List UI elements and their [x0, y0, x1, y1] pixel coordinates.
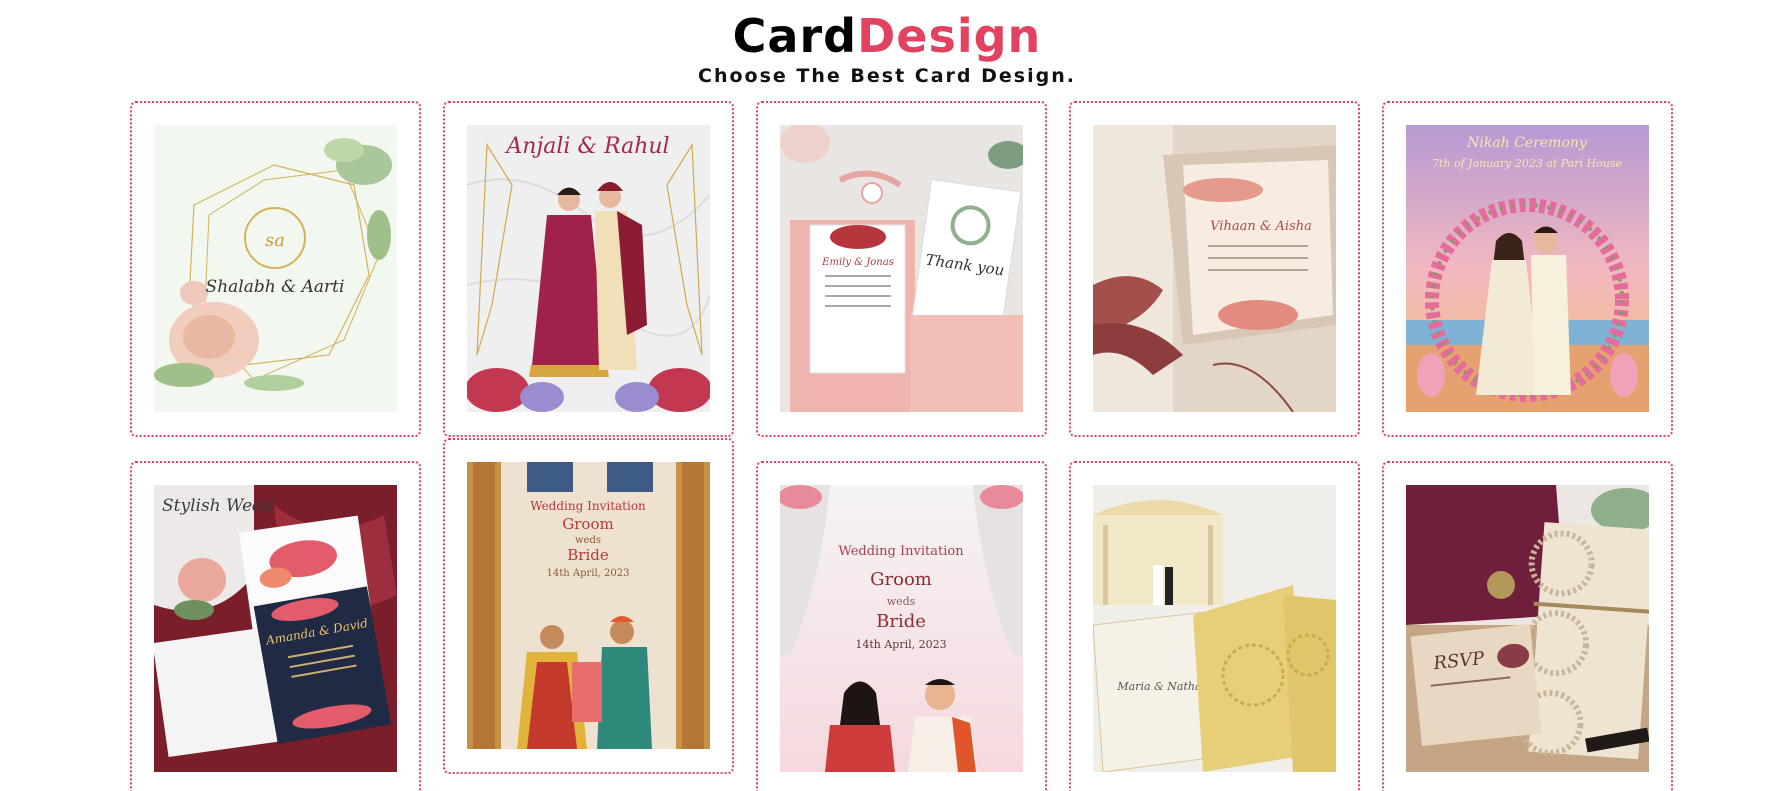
brand-word-design: Design	[857, 9, 1042, 63]
card-tile-9[interactable]: Maria & Nathan	[1069, 461, 1360, 791]
date-text: 14th April, 2023	[547, 568, 630, 579]
invitation-heading-text: Wedding Invitation	[530, 499, 646, 513]
card-image-10: RSVP	[1406, 485, 1649, 772]
couple-name-text: Shalabh & Aarti	[206, 277, 345, 297]
bride-text: Bride	[567, 546, 609, 564]
stylish-title-text: Stylish Wedd	[162, 496, 274, 516]
card-image-6: Stylish Wedd Amanda & David	[154, 485, 397, 772]
card-image-3: Thank you Emily & Jonas	[780, 125, 1023, 412]
invitation-heading-text: Wedding Invitation	[838, 544, 964, 559]
card-image-8: Wedding Invitation Groom weds Bride 14th…	[780, 485, 1023, 772]
card-tile-6[interactable]: Stylish Wedd Amanda & David	[130, 461, 421, 791]
card-tile-1[interactable]: sa Shalabh & Aarti	[130, 101, 421, 437]
brand-word-card: Card	[732, 9, 858, 63]
card-tile-8[interactable]: Wedding Invitation Groom weds Bride 14th…	[756, 461, 1047, 791]
monogram-text: sa	[265, 230, 285, 251]
brand-logo: CardDesign	[0, 8, 1774, 64]
groom-text: Groom	[562, 515, 613, 533]
card-tile-2[interactable]: Anjali & Rahul	[443, 101, 734, 437]
bride-text: Bride	[876, 611, 926, 632]
weds-text: weds	[887, 595, 916, 608]
card-image-9: Maria & Nathan	[1093, 485, 1336, 772]
card-tile-4[interactable]: Vihaan & Aisha	[1069, 101, 1360, 437]
card-tile-5[interactable]: Nikah Ceremony 7th of January 2023 at Pa…	[1382, 101, 1673, 437]
card-image-2: Anjali & Rahul	[467, 125, 710, 412]
couple-name-text: Maria & Nathan	[1116, 680, 1208, 693]
date-text: 14th April, 2023	[855, 638, 946, 651]
card-tile-3[interactable]: Thank you Emily & Jonas	[756, 101, 1047, 437]
card-image-4: Vihaan & Aisha	[1093, 125, 1336, 412]
card-tile-7[interactable]: Wedding Invitation Groom weds Bride 14th…	[443, 438, 734, 774]
weds-text: weds	[575, 535, 601, 546]
card-image-5: Nikah Ceremony 7th of January 2023 at Pa…	[1406, 125, 1649, 412]
ceremony-title-text: Nikah Ceremony	[1466, 135, 1588, 151]
card-tile-10[interactable]: RSVP	[1382, 461, 1673, 791]
tagline: Choose The Best Card Design.	[698, 65, 1076, 87]
groom-text: Groom	[870, 569, 932, 590]
card-image-1: sa Shalabh & Aarti	[154, 125, 397, 412]
ceremony-date-text: 7th of January 2023 at Pari House	[1432, 157, 1623, 170]
couple-name-text: Emily & Jonas	[821, 257, 894, 268]
couple-name-text: Vihaan & Aisha	[1210, 219, 1312, 234]
card-image-7: Wedding Invitation Groom weds Bride 14th…	[467, 462, 710, 749]
couple-name-text: Anjali & Rahul	[504, 134, 669, 159]
